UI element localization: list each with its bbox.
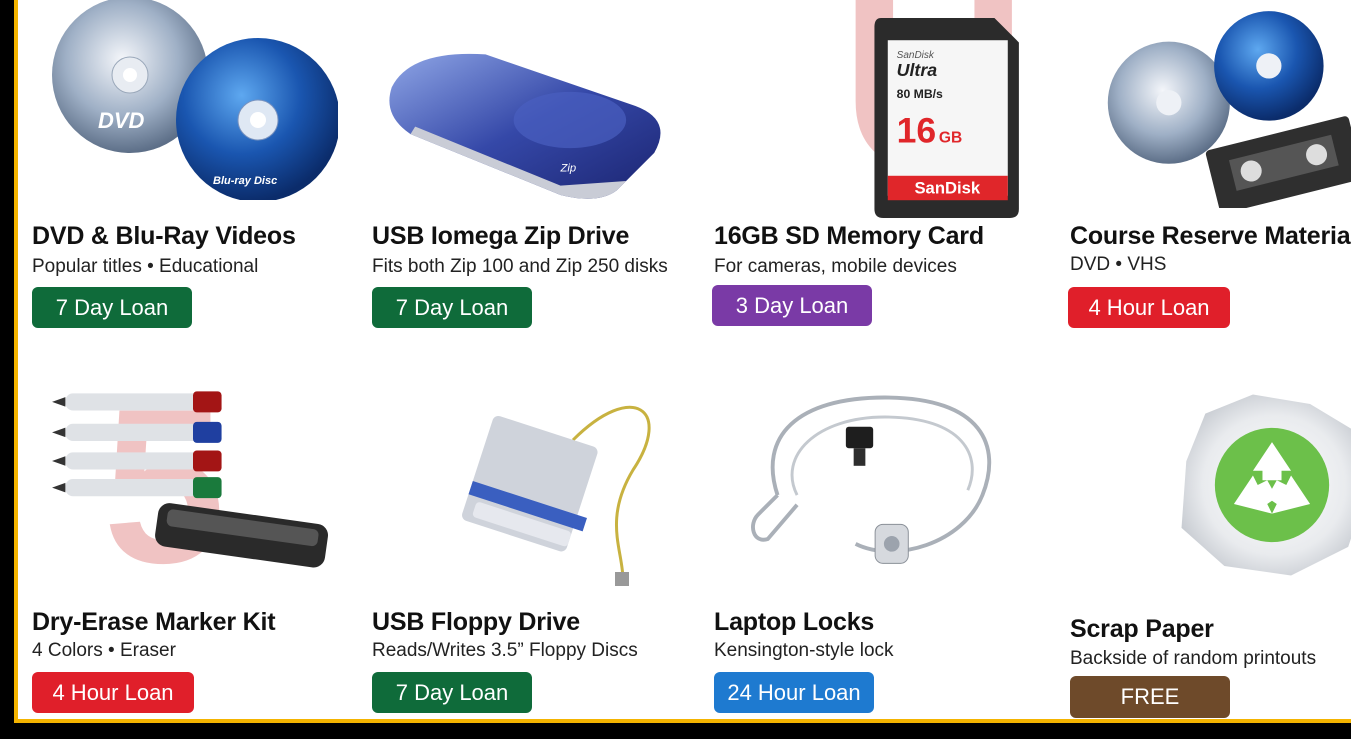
item-card-scrap-paper[interactable]: Scrap Paper Backside of random printouts… [1042,370,1351,719]
free-badge: FREE [1070,676,1230,718]
item-title: Course Reserve Materials [1070,222,1351,250]
item-title: Scrap Paper [1070,615,1214,643]
loan-items-board: DVD Blu-ray Disc DVD & Blu-Ray Videos Po… [14,0,1351,723]
item-subtitle: For cameras, mobile devices [714,256,957,277]
item-title: DVD & Blu-Ray Videos [32,222,296,250]
recycle-icon [1181,394,1351,576]
zip-drive-icon: Zip [389,53,661,199]
loan-badge: 7 Day Loan [372,287,532,328]
item-title: Dry-Erase Marker Kit [32,608,276,636]
item-title: Laptop Locks [714,608,875,636]
item-title: USB Floppy Drive [372,608,580,636]
floppy-drive-icon [462,405,651,586]
loan-badge: 7 Day Loan [32,287,192,328]
item-card-course-reserve[interactable]: Course Reserve Materials DVD • VHS 4 Hou… [1042,0,1351,340]
item-subtitle: Kensington-style lock [714,640,894,661]
item-card-sd-card[interactable]: U SanDisk Ultra 80 MB/s 16 GB SanDisk 16… [700,0,1030,340]
loan-badge: 4 Hour Loan [1068,287,1230,328]
item-subtitle: Reads/Writes 3.5” Floppy Discs [372,640,638,661]
item-title: USB Iomega Zip Drive [372,222,630,250]
sd-unit-text: GB [939,129,962,146]
zip-logo-text: Zip [560,163,577,175]
dvd-logo-text: DVD [98,108,145,133]
sd-model-text: Ultra [897,60,938,80]
item-card-zip-drive[interactable]: Zip USB Iomega Zip Drive Fits both Zip 1… [358,0,688,340]
loan-badge: 3 Day Loan [712,285,872,326]
item-subtitle: Backside of random printouts [1070,648,1317,669]
loan-badge: 7 Day Loan [372,672,532,713]
dvd-bluray-disc-icon: DVD Blu-ray Disc [52,0,338,200]
item-subtitle: Fits both Zip 100 and Zip 250 disks [372,256,668,277]
bluray-logo-text: Blu-ray Disc [213,175,277,187]
sd-capacity-text: 16 [897,110,937,150]
item-subtitle: Popular titles • Educational [32,256,259,277]
loan-badge: 4 Hour Loan [32,672,194,713]
item-title: 16GB SD Memory Card [714,222,984,250]
item-card-dvd[interactable]: DVD Blu-ray Disc DVD & Blu-Ray Videos Po… [18,0,348,340]
loan-badge: 24 Hour Loan [714,672,874,713]
sd-brand-text: SanDisk [914,179,980,198]
laptop-lock-icon [751,395,992,564]
sd-speed-text: 80 MB/s [897,87,943,101]
item-card-laptop-locks[interactable]: Laptop Locks Kensington-style lock 24 Ho… [700,370,1030,719]
course-reserve-media-icon [1107,11,1351,208]
item-card-marker-kit[interactable]: 5 Dry-Erase Marker Kit 4 Colors • Eraser… [18,363,348,719]
page-frame: DVD Blu-ray Disc DVD & Blu-Ray Videos Po… [0,0,1351,739]
item-subtitle: DVD • VHS [1070,254,1167,275]
marker-kit-icon [52,391,328,568]
item-card-floppy-drive[interactable]: USB Floppy Drive Reads/Writes 3.5” Flopp… [358,370,688,719]
item-subtitle: 4 Colors • Eraser [32,640,176,661]
